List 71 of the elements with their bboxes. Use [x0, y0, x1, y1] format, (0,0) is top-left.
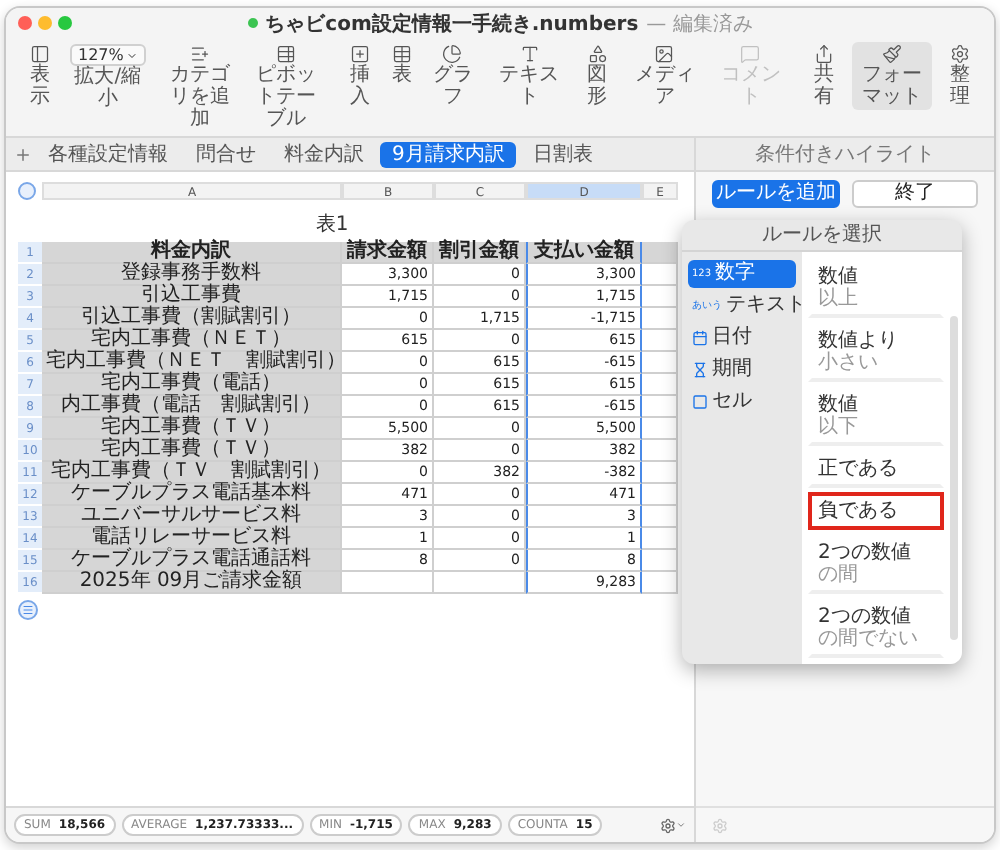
toolbar-button[interactable]: 表	[387, 42, 416, 88]
rule-subtitle: 以上	[818, 288, 860, 310]
category-item[interactable]: セル	[688, 388, 796, 416]
rule-item[interactable]: 2つの数値 の間	[808, 534, 944, 594]
panel-title: 条件付きハイライト	[696, 138, 994, 172]
rule-item[interactable]: 2つの数値 の間でない	[808, 598, 944, 658]
table-cell: 宅内工事費（ＴＶ 割賦割引）	[42, 462, 342, 484]
rule-subtitle: 以下	[818, 416, 860, 438]
rule-item[interactable]: 正である	[808, 450, 944, 488]
category-label: テキスト	[726, 294, 806, 318]
rule-title: 負である	[818, 500, 900, 522]
toolbar-button[interactable]: 共有	[802, 42, 847, 110]
table-cell: 2025年 09月ご請求金額	[42, 572, 342, 594]
rule-item[interactable]: 負である	[808, 492, 944, 530]
category-label: 期間	[712, 358, 752, 382]
rule-item[interactable]: 数値より 小さい	[808, 322, 944, 382]
rule-title: 正である	[818, 458, 900, 480]
rule-title: 2つの数値	[818, 542, 913, 564]
toolbar-button[interactable]: カテゴリを追加	[159, 42, 240, 132]
rule-subtitle: 小さい	[818, 352, 880, 374]
toolbar-button[interactable]: 127% 拡大/縮小	[67, 42, 148, 112]
rule-title: 数値より	[818, 330, 900, 352]
toolbar-button[interactable]: メディア	[624, 42, 705, 110]
toolbar-button[interactable]: グラフ	[421, 42, 484, 110]
table-cell: 引込工事費（割賦割引）	[42, 308, 342, 330]
table-title: 表1	[313, 211, 351, 238]
category-item[interactable]: 期間	[688, 356, 796, 384]
rule-title: 数値	[818, 394, 860, 416]
table-cell: 宅内工事費（ＴＶ）	[42, 440, 342, 462]
table-cell: 登録事務手数料	[42, 264, 342, 286]
category-item[interactable]: 日付	[688, 324, 796, 352]
toolbar-button[interactable]: 挿入	[337, 42, 382, 110]
add-rule-button[interactable]: ルールを追加	[712, 180, 839, 208]
rule-item[interactable]: 数値 以上	[808, 258, 944, 318]
table-cell: 宅内工事費（ＮＥＴ 割賦割引）	[42, 352, 342, 374]
table-cell: ケーブルプラス電話通話料	[42, 550, 342, 572]
table-cell: 宅内工事費（ＮＥＴ）	[42, 330, 342, 352]
sheet-tab[interactable]: 9月請求内訳	[380, 141, 517, 167]
rule-title: 数値	[818, 266, 860, 288]
category-label: 日付	[712, 326, 752, 350]
zoom-dropdown[interactable]: 127%	[69, 44, 146, 66]
window-title: ちゃビcom設定情報一手続き.numbers	[265, 10, 639, 37]
table-cell: 料金内訳	[42, 242, 342, 264]
table-cell: 宅内工事費（ＴＶ）	[42, 418, 342, 440]
table-cell: 支払い金額	[526, 242, 642, 264]
table-cell: ケーブルプラス電話基本料	[42, 484, 342, 506]
toolbar-button[interactable]: テキスト	[489, 42, 570, 110]
sheet-tab[interactable]: 料金内訳	[272, 141, 376, 167]
rule-title: 2つの数値	[818, 606, 913, 628]
sheet-tab[interactable]: 日割表	[520, 141, 605, 167]
table-cell: 電話リレーサービス料	[42, 528, 342, 550]
table-cell: 請求金額	[342, 242, 434, 264]
table-cell: 宅内工事費（電話）	[42, 374, 342, 396]
sheet-tab[interactable]: 問合せ	[184, 141, 268, 167]
done-button[interactable]: 終了	[851, 180, 978, 208]
toolbar-button[interactable]: ピボットテーブル	[245, 42, 326, 132]
toolbar-button[interactable]: フォーマット	[852, 42, 933, 110]
table-cell: ユニバーサルサービス料	[42, 506, 342, 528]
category-label: 数字	[715, 262, 756, 286]
sheet-tab[interactable]: 各種設定情報	[36, 141, 180, 167]
toolbar-button[interactable]: 図形	[575, 42, 619, 110]
rule-subtitle: の間	[818, 564, 860, 586]
category-label: セル	[712, 390, 752, 414]
toolbar-button[interactable]: 表示	[18, 42, 62, 110]
toolbar-button[interactable]: 整理	[938, 42, 983, 110]
edit-status: — 編集済み	[646, 11, 753, 37]
rule-subtitle: の間でない	[818, 628, 920, 650]
table-cell: 割引金額	[434, 242, 526, 264]
table-cell: 引込工事費	[42, 286, 342, 308]
table-cell: 内工事費（電話 割賦割引）	[42, 396, 342, 418]
rule-item[interactable]: 数値 以下	[808, 386, 944, 446]
